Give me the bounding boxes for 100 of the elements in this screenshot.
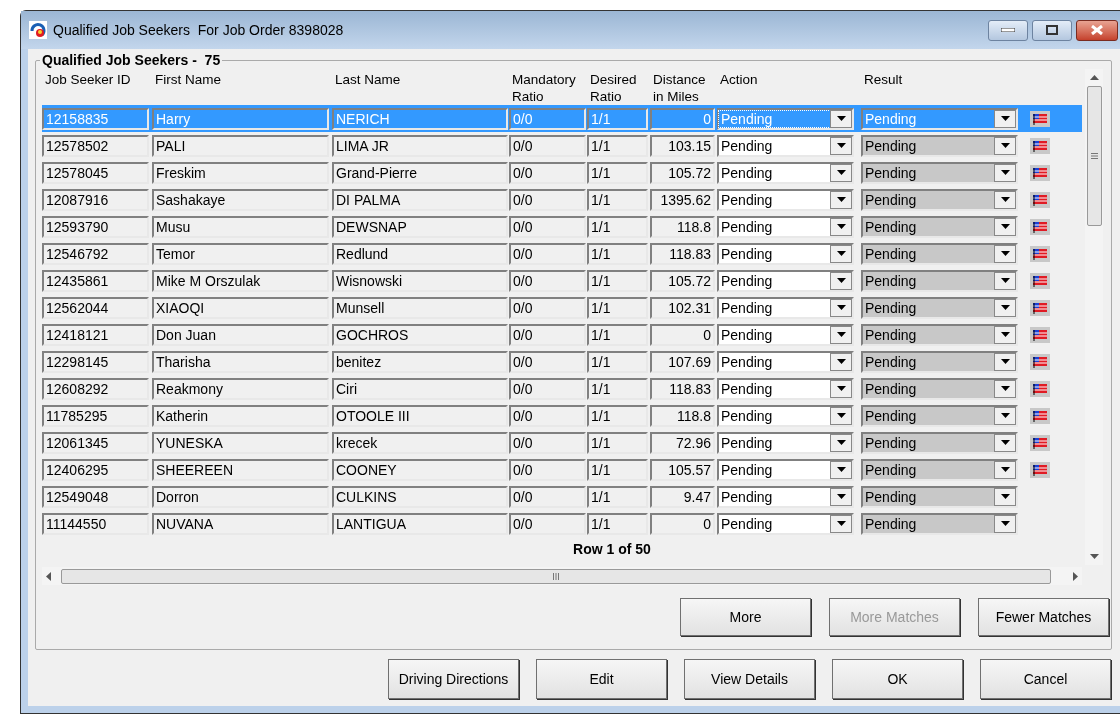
table-cell: PALI [152,134,329,157]
dialog-button[interactable]: Driving Directions [388,659,519,699]
result-dropdown[interactable]: Pending [861,188,1018,211]
action-dropdown[interactable]: Pending [717,323,854,346]
dropdown-arrow-icon [836,440,846,445]
result-dropdown[interactable]: Pending [861,134,1018,157]
table-cell: 0 [650,107,715,130]
dialog-button[interactable]: Cancel [980,659,1111,699]
result-dropdown[interactable]: Pending [861,377,1018,400]
flag-icon[interactable] [1030,407,1050,424]
result-dropdown[interactable]: Pending [861,512,1018,535]
result-dropdown[interactable]: Pending [861,458,1018,481]
table-row[interactable]: 12562044 XIAOQI Munsell 0/0 1/1 102.31 Pending Pending [42,294,1082,321]
table-row[interactable]: 11785295 Katherin OTOOLE III 0/0 1/1 118.8 Pending Pending [42,402,1082,429]
action-dropdown[interactable]: Pending [717,296,854,319]
flag-icon[interactable] [1030,245,1050,262]
table-cell: 12061345 [42,431,149,454]
table-row[interactable]: 12593790 Musu DEWSNAP 0/0 1/1 118.8 Pending Pending [42,213,1082,240]
result-dropdown[interactable]: Pending [861,431,1018,454]
result-dropdown[interactable]: Pending [861,485,1018,508]
table-cell: 1/1 [587,323,648,346]
dialog-button[interactable]: View Details [684,659,815,699]
table-row[interactable]: 12087916 Sashakaye DI PALMA 0/0 1/1 1395.62 Pending Pending [42,186,1082,213]
table-row[interactable]: 12406295 SHEEREEN COONEY 0/0 1/1 105.57 Pending Pending [42,456,1082,483]
flag-icon[interactable] [1030,353,1050,370]
flag-icon[interactable] [1030,137,1050,154]
column-header: First Name [154,71,222,89]
flag-icon[interactable] [1030,191,1050,208]
flag-icon[interactable] [1030,380,1050,397]
action-dropdown[interactable]: Pending [717,404,854,427]
result-dropdown[interactable]: Pending [861,215,1018,238]
action-dropdown[interactable]: Pending [717,458,854,481]
action-dropdown[interactable]: Pending [717,134,854,157]
table-cell: benitez [332,350,508,373]
result-dropdown[interactable]: Pending [861,242,1018,265]
action-dropdown[interactable]: Pending [717,242,854,265]
column-header: Distance in Miles [652,71,707,105]
table-row[interactable]: 12435861 Mike M Orszulak Wisnowski 0/0 1/1 105.72 Pending Pending [42,267,1082,294]
table-cell: 118.83 [650,377,715,400]
dropdown-arrow-icon [836,278,846,283]
table-cell: 0/0 [509,269,586,292]
dropdown-arrow-icon [836,332,846,337]
flag-icon[interactable] [1030,299,1050,316]
table-cell: 0/0 [509,242,586,265]
action-dropdown[interactable]: Pending [717,269,854,292]
table-cell: 105.72 [650,161,715,184]
table-cell: 12158835 [42,107,149,130]
table-cell: 1/1 [587,512,648,535]
result-dropdown[interactable]: Pending [861,269,1018,292]
table-row[interactable]: 12061345 YUNESKA krecek 0/0 1/1 72.96 Pending Pending [42,429,1082,456]
table-row[interactable]: 12608292 Reakmony Ciri 0/0 1/1 118.83 Pending Pending [42,375,1082,402]
dialog-button[interactable]: Edit [536,659,667,699]
table-row[interactable]: 12298145 Tharisha benitez 0/0 1/1 107.69 Pending Pending [42,348,1082,375]
table-row[interactable]: 12546792 Temor Redlund 0/0 1/1 118.83 Pending Pending [42,240,1082,267]
table-row[interactable]: 12578502 PALI LIMA JR 0/0 1/1 103.15 Pending Pending [42,132,1082,159]
flag-icon[interactable] [1030,434,1050,451]
table-cell: Freskim [152,161,329,184]
result-dropdown[interactable]: Pending [861,350,1018,373]
table-row[interactable]: 11144550 NUVANA LANTIGUA 0/0 1/1 0 Pending Pending [42,510,1082,537]
table-cell: 0/0 [509,215,586,238]
dropdown-arrow-icon [836,494,846,499]
action-dropdown[interactable]: Pending [717,377,854,400]
table-cell: LIMA JR [332,134,508,157]
table-row[interactable]: 12578045 Freskim Grand-Pierre 0/0 1/1 105.72 Pending Pending [42,159,1082,186]
match-button[interactable]: Fewer Matches [978,598,1109,636]
action-dropdown[interactable]: Pending [717,485,854,508]
flag-icon[interactable] [1030,272,1050,289]
flag-icon[interactable] [1030,164,1050,181]
table-row[interactable]: 12549048 Dorron CULKINS 0/0 1/1 9.47 Pending Pending [42,483,1082,510]
flag-icon[interactable] [1030,110,1050,127]
match-button[interactable]: More [680,598,811,636]
window-title: Qualified Job Seekers For Job Order 8398028 [53,20,344,40]
table-cell: 72.96 [650,431,715,454]
dropdown-arrow-icon [1000,224,1010,229]
flag-icon[interactable] [1030,326,1050,343]
scrollbar-thumb[interactable] [61,568,1051,584]
action-dropdown[interactable]: Pending [717,161,854,184]
result-dropdown[interactable]: Pending [861,296,1018,319]
action-dropdown[interactable]: Pending [717,431,854,454]
flag-icon[interactable] [1030,218,1050,235]
action-dropdown[interactable]: Pending [717,512,854,535]
flag-icon[interactable] [1030,461,1050,478]
group-title: Qualified Job Seekers - 75 [40,51,223,69]
result-dropdown[interactable]: Pending [861,323,1018,346]
dialog-button[interactable]: OK [832,659,963,699]
scrollbar-thumb[interactable] [1086,86,1102,226]
horizontal-scrollbar[interactable] [42,567,1082,585]
action-dropdown[interactable]: Pending [717,188,854,211]
action-dropdown[interactable]: Pending [717,350,854,373]
maximize-button[interactable] [1032,19,1072,41]
dropdown-arrow-icon [836,116,846,121]
minimize-button[interactable] [988,19,1028,41]
result-dropdown[interactable]: Pending [861,161,1018,184]
result-dropdown[interactable]: Pending [861,404,1018,427]
close-button[interactable] [1076,19,1118,41]
action-dropdown[interactable]: Pending [717,215,854,238]
maximize-icon [1046,25,1058,35]
column-header: Action [719,71,759,89]
table-row[interactable]: 12418121 Don Juan GOCHROS 0/0 1/1 0 Pending Pending [42,321,1082,348]
vertical-scrollbar[interactable] [1085,69,1103,565]
